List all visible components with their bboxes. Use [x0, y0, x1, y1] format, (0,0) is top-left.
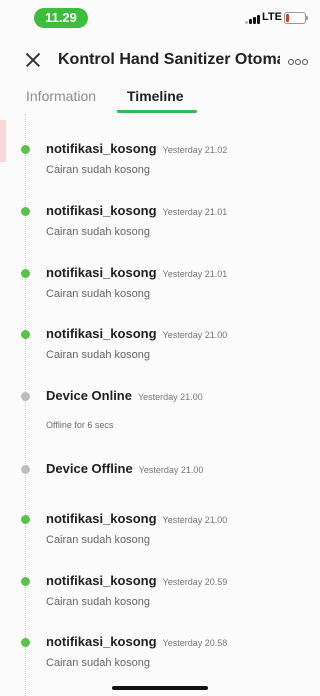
event-description: Cairan sudah kosong: [46, 164, 150, 176]
event-title: notifikasi_kosong: [46, 634, 157, 649]
event-dot: [21, 577, 30, 586]
event-dot: [21, 330, 30, 339]
event-title: Device Offline: [46, 461, 133, 476]
event-dot: [21, 145, 30, 154]
event-title: Device Online: [46, 388, 132, 403]
event-time: Yesterday 21.01: [162, 269, 228, 279]
active-tab-indicator: [117, 110, 197, 113]
network-type: LTE: [262, 11, 282, 23]
signal-icon: [245, 14, 261, 24]
event-description: Cairan sudah kosong: [46, 288, 150, 300]
event-time: Yesterday 21.00: [138, 465, 204, 475]
close-icon[interactable]: [22, 48, 46, 72]
tab-timeline[interactable]: Timeline: [127, 88, 184, 104]
event-dot: [21, 207, 30, 216]
home-indicator[interactable]: [112, 686, 208, 690]
event-time: Yesterday 20.59: [162, 577, 228, 587]
tab-bar: Information Timeline: [0, 82, 318, 113]
timeline-track: [25, 114, 26, 696]
event-dot: [21, 392, 30, 401]
event-title: notifikasi_kosong: [46, 141, 157, 156]
event-dot: [21, 269, 30, 278]
event-time: Yesterday 21.02: [162, 145, 228, 155]
event-title: notifikasi_kosong: [46, 265, 157, 280]
event-time: Yesterday 21.01: [162, 207, 228, 217]
event-title: notifikasi_kosong: [46, 326, 157, 341]
event-dot: [21, 465, 30, 474]
event-time: Yesterday 20.58: [162, 638, 228, 648]
status-bar: 11.29 LTE: [0, 0, 318, 34]
event-description: Offline for 6 secs: [46, 420, 114, 430]
event-description: Cairan sudah kosong: [46, 226, 150, 238]
event-title: notifikasi_kosong: [46, 203, 157, 218]
app-header: Kontrol Hand Sanitizer Otoma...: [0, 42, 318, 78]
event-time: Yesterday 21.00: [162, 515, 228, 525]
event-dot: [21, 515, 30, 524]
event-time: Yesterday 21.00: [162, 330, 228, 340]
event-description: Cairan sudah kosong: [46, 657, 150, 669]
event-time: Yesterday 21.00: [137, 392, 203, 402]
tab-information[interactable]: Information: [26, 88, 96, 104]
page-title: Kontrol Hand Sanitizer Otoma...: [58, 51, 280, 68]
status-time: 11.29: [34, 8, 88, 28]
event-description: Cairan sudah kosong: [46, 534, 150, 546]
event-title: notifikasi_kosong: [46, 573, 157, 588]
event-title: notifikasi_kosong: [46, 511, 157, 526]
more-options-icon[interactable]: [288, 59, 308, 65]
event-description: Cairan sudah kosong: [46, 596, 150, 608]
battery-icon: [284, 12, 308, 24]
timeline-list: notifikasi_kosong Yesterday 21.02 Cairan …: [0, 114, 318, 696]
event-description: Cairan sudah kosong: [46, 349, 150, 361]
event-dot: [21, 638, 30, 647]
